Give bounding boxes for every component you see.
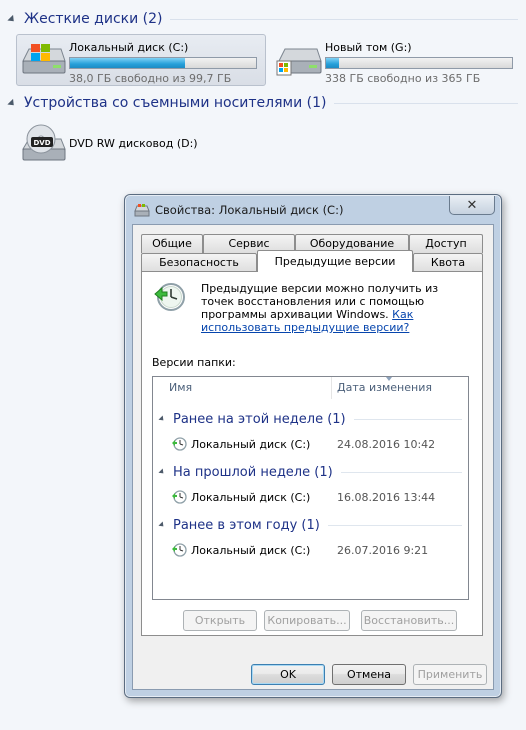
cancel-button[interactable]: Отмена [332, 664, 406, 685]
group-divider [340, 471, 462, 473]
list-item[interactable]: Локальный диск (C:) 26.07.2016 9:21 [171, 541, 462, 559]
group-divider [327, 524, 462, 526]
group-divider [334, 102, 518, 104]
tab-general[interactable]: Общие [141, 234, 203, 253]
collapse-icon[interactable] [7, 14, 17, 24]
dvd-drive-icon: DVD [17, 121, 69, 165]
group-divider [353, 418, 462, 420]
drive-c-tile[interactable]: Локальный диск (C:) 38,0 ГБ свободно из … [16, 34, 266, 86]
copy-button[interactable]: Копировать... [264, 610, 350, 631]
drive-usage-fill [326, 58, 340, 68]
close-icon: ✕ [466, 197, 478, 213]
version-name: Локальный диск (C:) [191, 437, 311, 451]
restore-point-icon [171, 489, 187, 505]
open-button[interactable]: Открыть [183, 610, 257, 631]
version-name: Локальный диск (C:) [191, 490, 311, 504]
restore-point-icon [171, 542, 187, 558]
intro-description: Предыдущие версии можно получить из точе… [201, 282, 471, 334]
group-title: Ранее на этой неделе (1) [173, 411, 346, 427]
drive-free-space: 338 ГБ свободно из 365 ГБ [325, 72, 481, 85]
drive-name: Локальный диск (C:) [69, 41, 189, 54]
group-divider [170, 18, 518, 20]
sort-arrow-icon [386, 377, 392, 381]
version-date: 24.08.2016 10:42 [337, 437, 436, 451]
version-name: Локальный диск (C:) [191, 543, 311, 557]
collapse-icon[interactable] [158, 415, 166, 423]
drive-usage-bar [325, 57, 513, 69]
properties-dialog: Свойства: Локальный диск (C:) ✕ Общие Се… [124, 194, 502, 698]
drive-usage-fill [70, 58, 186, 68]
close-button[interactable]: ✕ [449, 196, 495, 215]
group-header-label: Жесткие диски (2) [24, 11, 163, 27]
dialog-client-area: Общие Сервис Оборудование Доступ Безопас… [132, 224, 494, 690]
group-header[interactable]: На прошлой неделе (1) [158, 462, 462, 482]
restore-button[interactable]: Восстановить... [361, 610, 457, 631]
dvd-logo-text: DVD [33, 139, 50, 147]
drive-title-icon [134, 203, 150, 217]
ok-button[interactable]: OK [251, 664, 325, 685]
versions-label: Версии папки: [152, 356, 236, 369]
tab-security[interactable]: Безопасность [141, 253, 257, 272]
list-item[interactable]: Локальный диск (C:) 24.08.2016 10:42 [171, 435, 462, 453]
list-item[interactable]: Локальный диск (C:) 16.08.2016 13:44 [171, 488, 462, 506]
column-header-date[interactable]: Дата изменения [337, 377, 432, 399]
windows-drive-icon [17, 35, 69, 79]
versions-listview[interactable]: Имя Дата изменения Ранее на этой неделе … [152, 376, 469, 600]
version-date: 26.07.2016 9:21 [337, 543, 429, 557]
drive-g-tile[interactable]: Новый том (G:) 338 ГБ свободно из 365 ГБ [272, 34, 518, 86]
tab-sharing[interactable]: Доступ [409, 234, 483, 253]
tab-previous-versions[interactable]: Предыдущие версии [257, 250, 413, 272]
group-header-label: Устройства со съемными носителями (1) [24, 95, 327, 111]
version-date: 16.08.2016 13:44 [337, 490, 436, 504]
collapse-icon[interactable] [7, 98, 17, 108]
group-header[interactable]: Ранее в этом году (1) [158, 515, 462, 535]
dvd-drive-tile[interactable]: DVD DVD RW дисковод (D:) [16, 120, 206, 168]
hard-drives-group-header[interactable]: Жесткие диски (2) [7, 8, 518, 30]
tab-quota[interactable]: Квота [413, 253, 483, 272]
group-title: Ранее в этом году (1) [173, 517, 320, 533]
group-header[interactable]: Ранее на этой неделе (1) [158, 409, 462, 429]
drive-usage-bar [69, 57, 257, 69]
drive-name: Новый том (G:) [325, 41, 412, 54]
restore-point-icon [171, 436, 187, 452]
drive-name: DVD RW дисковод (D:) [69, 137, 198, 150]
drive-free-space: 38,0 ГБ свободно из 99,7 ГБ [69, 72, 232, 85]
column-header-name[interactable]: Имя [169, 377, 192, 399]
dialog-titlebar[interactable]: Свойства: Локальный диск (C:) ✕ [125, 195, 501, 223]
previous-versions-panel: Предыдущие версии можно получить из точе… [141, 271, 483, 636]
column-separator[interactable] [331, 377, 332, 399]
collapse-icon[interactable] [158, 468, 166, 476]
dialog-title: Свойства: Локальный диск (C:) [155, 203, 344, 217]
hard-drive-icon [273, 35, 325, 79]
removable-group-header[interactable]: Устройства со съемными носителями (1) [7, 92, 518, 114]
apply-button[interactable]: Применить [413, 664, 487, 685]
restore-clock-icon [152, 280, 188, 314]
collapse-icon[interactable] [158, 521, 166, 529]
group-title: На прошлой неделе (1) [173, 464, 333, 480]
